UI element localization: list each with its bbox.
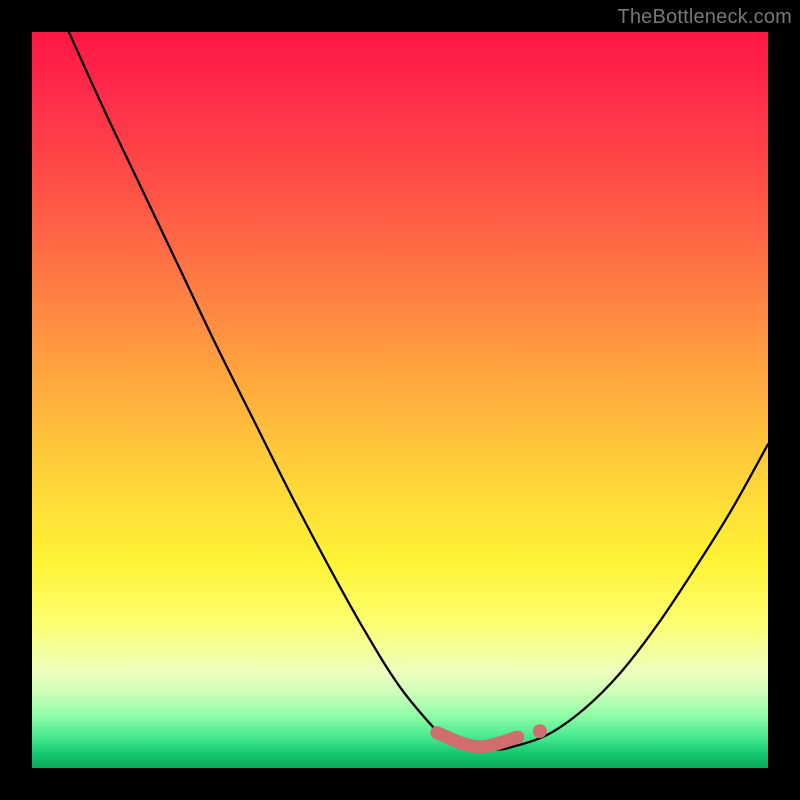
curve-layer (32, 32, 768, 768)
bottleneck-minimum-band (437, 733, 518, 747)
bottleneck-marker-dot (533, 724, 547, 738)
bottleneck-curve (69, 32, 768, 750)
chart-frame: TheBottleneck.com (0, 0, 800, 800)
plot-area (32, 32, 768, 768)
watermark-text: TheBottleneck.com (617, 6, 792, 29)
